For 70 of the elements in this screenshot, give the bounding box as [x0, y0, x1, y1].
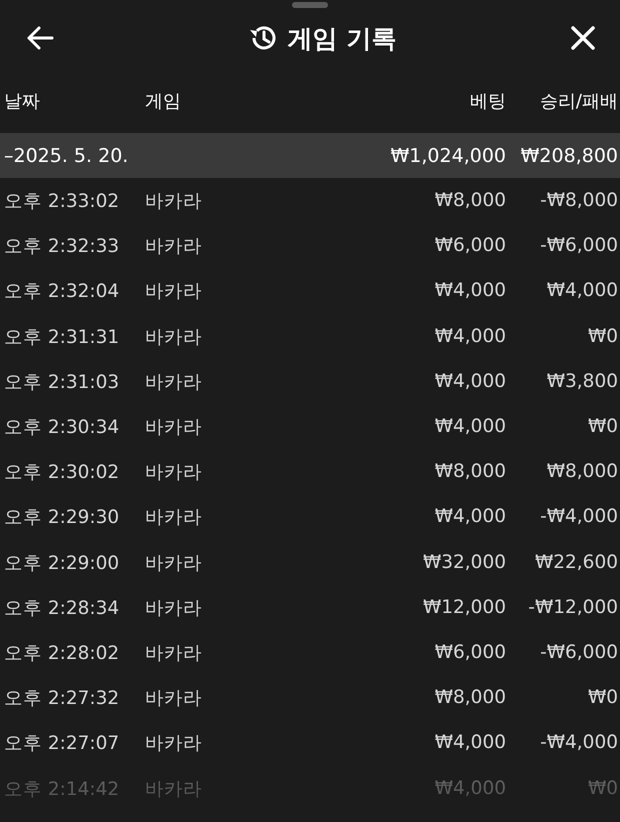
date-group-row[interactable]: –2025. 5. 20. ₩1,024,000 ₩208,800	[0, 133, 620, 178]
result-cell-text: -₩4,000	[539, 732, 618, 754]
result-cell-text: -₩8,000	[539, 190, 618, 212]
result-cell-text: -₩12,000	[527, 596, 618, 618]
window-title: 게임 기록	[288, 22, 396, 54]
history-icon	[248, 24, 278, 52]
result-cell-text: ₩22,600	[534, 552, 618, 573]
bet-cell-text: ₩12,000	[422, 596, 506, 618]
time-cell-text: 오후 2:31:31	[4, 326, 120, 349]
column-header: 날짜	[4, 90, 41, 113]
result-cell-text: ₩4,000	[546, 280, 618, 302]
column-header: 베팅	[469, 90, 506, 113]
game-cell-text: 바카라	[145, 235, 203, 258]
game-cell-text: 바카라	[145, 370, 203, 394]
result-cell-text: ₩0	[586, 778, 618, 799]
column-header: 승리/패배	[538, 90, 618, 113]
result-cell-text: ₩0	[586, 687, 618, 708]
result-cell-text: ₩3,800	[546, 370, 618, 392]
bet-cell-text: ₩4,000	[434, 416, 506, 438]
time-cell-text: 오후 2:29:00	[4, 552, 120, 575]
column-header: 게임	[145, 90, 182, 113]
game-cell-text: 바카라	[145, 596, 203, 620]
time-cell-text: 오후 2:28:02	[4, 642, 120, 665]
game-cell-text: 바카라	[145, 687, 203, 710]
result-cell-text: -₩6,000	[539, 235, 618, 256]
bet-cell-text: ₩6,000	[434, 235, 506, 256]
time-cell-text: 오후 2:33:02	[4, 190, 120, 214]
bet-cell-text: ₩8,000	[434, 190, 506, 212]
game-cell-text: 바카라	[145, 190, 203, 214]
result-cell-text: ₩0	[586, 326, 618, 347]
bet-cell-text: ₩4,000	[434, 326, 506, 347]
game-cell-text: 바카라	[145, 416, 203, 440]
time-cell-text: 오후 2:28:34	[4, 596, 120, 620]
time-cell-text: 오후 2:32:33	[4, 235, 120, 258]
back-button[interactable]	[26, 26, 54, 50]
time-cell-text: 오후 2:27:32	[4, 687, 120, 710]
bet-cell-text: ₩6,000	[434, 642, 506, 663]
result-cell-text: -₩4,000	[539, 506, 618, 528]
game-cell-text: 바카라	[145, 732, 203, 756]
time-cell-text: 오후 2:32:04	[4, 280, 120, 304]
bet-cell-text: ₩32,000	[422, 552, 506, 573]
time-cell-text: 오후 2:30:02	[4, 461, 120, 484]
game-cell-text: 바카라	[145, 461, 203, 484]
time-cell-text: 오후 2:14:42	[4, 778, 120, 801]
game-cell-text: 바카라	[145, 778, 203, 801]
bet-cell-text: ₩4,000	[434, 778, 506, 799]
total-result: ₩208,800	[520, 144, 618, 166]
result-cell-text: ₩8,000	[546, 461, 618, 482]
collapse-toggle[interactable]: –	[4, 144, 14, 166]
date-label: 2025. 5. 20.	[14, 144, 128, 166]
drag-handle[interactable]	[292, 2, 328, 8]
game-cell-text: 바카라	[145, 326, 203, 349]
time-cell-text: 오후 2:31:03	[4, 370, 120, 394]
game-cell-text: 바카라	[145, 642, 203, 665]
bet-cell-text: ₩4,000	[434, 280, 506, 302]
total-bet: ₩1,024,000	[390, 144, 506, 166]
time-cell-text: 오후 2:27:07	[4, 732, 120, 756]
bet-cell-text: ₩4,000	[434, 506, 506, 528]
game-cell-text: 바카라	[145, 552, 203, 575]
time-cell-text: 오후 2:30:34	[4, 416, 120, 440]
close-button[interactable]	[570, 25, 596, 51]
bet-cell-text: ₩8,000	[434, 687, 506, 708]
game-cell-text: 바카라	[145, 280, 203, 304]
bet-cell-text: ₩4,000	[434, 732, 506, 754]
result-cell-text: -₩6,000	[539, 642, 618, 663]
bet-cell-text: ₩8,000	[434, 461, 506, 482]
bet-cell-text: ₩4,000	[434, 370, 506, 392]
time-cell-text: 오후 2:29:30	[4, 506, 120, 530]
game-cell-text: 바카라	[145, 506, 203, 530]
result-cell-text: ₩0	[586, 416, 618, 438]
